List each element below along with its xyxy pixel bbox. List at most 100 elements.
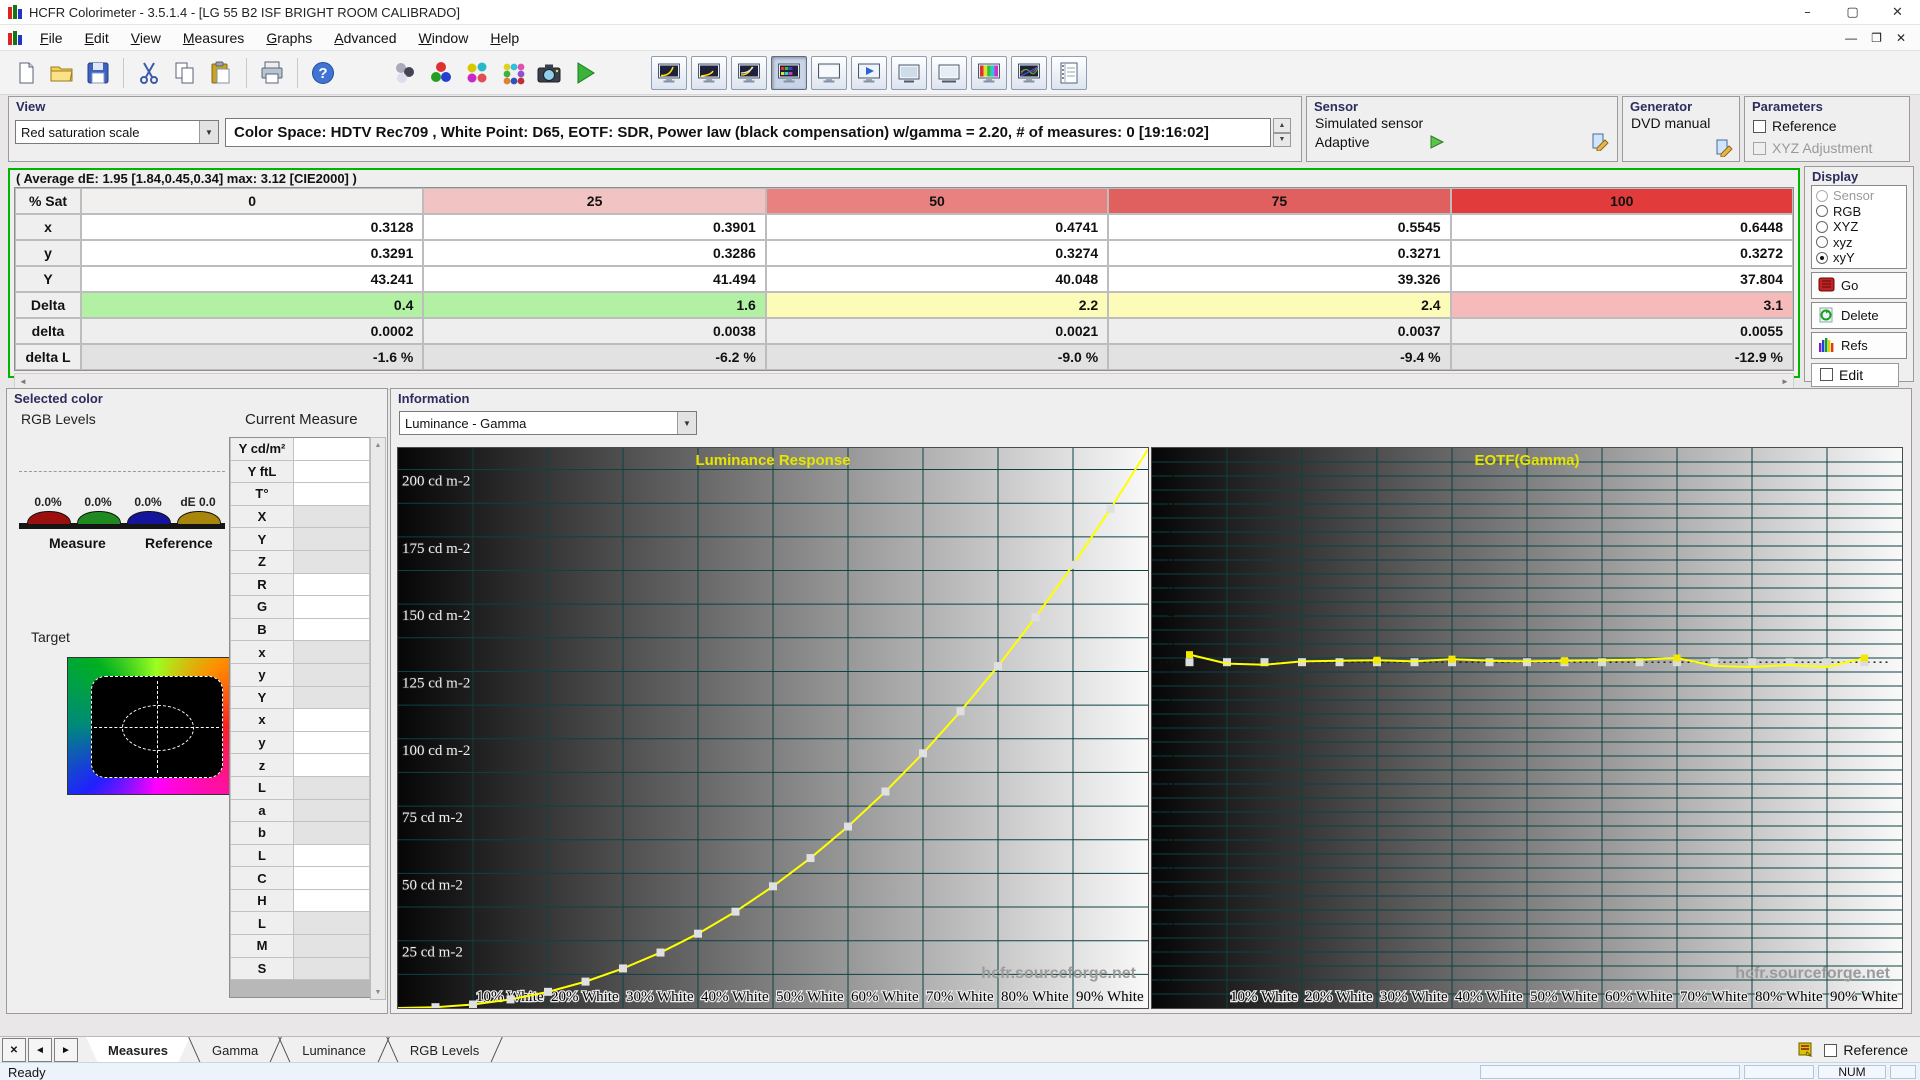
table-cell[interactable]: 0.5545 xyxy=(1108,214,1451,240)
table-cell[interactable]: -9.0 % xyxy=(765,344,1109,370)
radio-icon[interactable] xyxy=(1816,220,1828,233)
close-tab-button[interactable]: ✕ xyxy=(2,1038,26,1062)
information-view-select[interactable]: Luminance - Gamma ▼ xyxy=(399,411,697,435)
table-cell[interactable]: 2.2 xyxy=(765,292,1109,318)
view-saturation-button[interactable] xyxy=(771,55,807,90)
tab-rgb-levels[interactable]: RGB Levels xyxy=(388,1037,501,1063)
view-grayscale-button[interactable] xyxy=(651,55,687,90)
table-cell[interactable]: 2.4 xyxy=(1108,292,1451,318)
statusbar-reference-checkbox[interactable] xyxy=(1824,1043,1838,1057)
table-cell[interactable]: 39.326 xyxy=(1108,266,1451,292)
reference-checkbox[interactable] xyxy=(1753,119,1766,133)
column-header-50[interactable]: 50 xyxy=(765,188,1109,214)
scroll-left-icon[interactable]: ◄ xyxy=(15,374,31,389)
menu-graphs[interactable]: Graphs xyxy=(255,27,323,49)
table-cell[interactable]: 0.3901 xyxy=(423,214,766,240)
measure-colorchecker-button[interactable] xyxy=(495,55,531,91)
measure-secondaries-button[interactable] xyxy=(459,55,495,91)
menu-window[interactable]: Window xyxy=(408,27,480,49)
view-free-measure-1-button[interactable] xyxy=(891,55,927,90)
table-cell[interactable]: 0.0055 xyxy=(1450,318,1793,344)
chevron-down-icon[interactable]: ▼ xyxy=(677,412,696,434)
table-cell[interactable]: 0.6448 xyxy=(1450,214,1793,240)
table-cell[interactable]: 1.6 xyxy=(423,292,766,318)
save-button[interactable] xyxy=(80,55,116,91)
column-header-0[interactable]: 0 xyxy=(81,188,424,214)
scroll-down-icon[interactable]: ▼ xyxy=(371,985,385,999)
menu-help[interactable]: Help xyxy=(479,27,530,49)
row-header-y[interactable]: y xyxy=(15,240,81,266)
generator-config-icon[interactable] xyxy=(1715,139,1733,157)
view-primaries-button[interactable] xyxy=(811,55,847,90)
display-radio-xyy[interactable]: xyY xyxy=(1816,250,1902,266)
column-header-100[interactable]: 100 xyxy=(1450,188,1793,214)
maximize-button[interactable]: ▢ xyxy=(1830,0,1875,24)
row-header-y[interactable]: Y xyxy=(15,266,81,292)
chevron-down-icon[interactable]: ▼ xyxy=(199,121,218,143)
table-cell[interactable]: -12.9 % xyxy=(1450,344,1793,370)
tab-measures[interactable]: Measures xyxy=(86,1037,190,1063)
notebook-button[interactable] xyxy=(1051,55,1087,90)
copy-button[interactable] xyxy=(167,55,203,91)
view-scale-select[interactable]: Red saturation scale ▼ xyxy=(15,120,219,144)
table-cell[interactable]: 0.4741 xyxy=(765,214,1109,240)
radio-icon[interactable] xyxy=(1816,205,1828,218)
table-cell[interactable]: 0.0038 xyxy=(423,318,766,344)
display-radio-xyz[interactable]: xyz xyxy=(1816,235,1902,251)
menu-view[interactable]: View xyxy=(120,27,172,49)
table-cell[interactable]: 41.494 xyxy=(423,266,766,292)
run-measures-button[interactable] xyxy=(567,55,603,91)
display-radio-xyz[interactable]: XYZ xyxy=(1816,219,1902,235)
play-icon[interactable] xyxy=(1429,135,1445,149)
table-cell[interactable]: -6.2 % xyxy=(423,344,766,370)
spin-up-icon[interactable]: ▲ xyxy=(1273,118,1291,133)
radio-icon[interactable] xyxy=(1816,251,1828,264)
scroll-up-icon[interactable]: ▲ xyxy=(371,438,385,452)
sensor-config-icon[interactable] xyxy=(1591,133,1609,151)
menu-edit[interactable]: Edit xyxy=(74,27,120,49)
cut-button[interactable] xyxy=(131,55,167,91)
table-cell[interactable]: 0.3128 xyxy=(81,214,424,240)
minimize-button[interactable]: – xyxy=(1785,0,1830,24)
row-header-delta-e[interactable]: Delta E xyxy=(15,292,81,333)
delete-button[interactable]: Delete xyxy=(1811,301,1907,329)
row-header-delta-l[interactable]: delta L xyxy=(15,344,81,370)
saturation-table[interactable]: % Sat 0 25 50 75 100 x 0.3128 0.3901 0.4741 0.5545… xyxy=(14,187,1794,371)
display-radio-rgb[interactable]: RGB xyxy=(1816,204,1902,220)
view-waveform-button[interactable] xyxy=(1011,55,1047,90)
tab-luminance[interactable]: Luminance xyxy=(280,1037,388,1063)
table-cell[interactable]: 40.048 xyxy=(765,266,1109,292)
help-button[interactable]: ? xyxy=(305,55,341,91)
row-header-x[interactable]: x xyxy=(15,214,81,240)
measure-grayscale-button[interactable] xyxy=(387,55,423,91)
next-tab-icon[interactable]: ► xyxy=(54,1038,78,1062)
table-cell[interactable]: 0.3271 xyxy=(1108,240,1451,266)
refs-button[interactable]: Refs xyxy=(1811,331,1907,359)
table-cell[interactable]: 0.4 xyxy=(81,292,424,318)
prev-tab-icon[interactable]: ◄ xyxy=(28,1038,52,1062)
menu-measures[interactable]: Measures xyxy=(172,27,255,49)
view-colorbars-button[interactable] xyxy=(971,55,1007,90)
measure-primaries-button[interactable] xyxy=(423,55,459,91)
table-cell[interactable]: 0.0002 xyxy=(81,318,424,344)
table-cell[interactable]: -9.4 % xyxy=(1108,344,1451,370)
print-button[interactable] xyxy=(254,55,290,91)
view-nearblack-button[interactable] xyxy=(691,55,727,90)
table-cell[interactable]: 37.804 xyxy=(1450,266,1793,292)
table-cell[interactable]: -1.6 % xyxy=(81,344,424,370)
open-file-button[interactable] xyxy=(44,55,80,91)
scroll-right-icon[interactable]: ► xyxy=(1777,374,1793,389)
column-header-25[interactable]: 25 xyxy=(423,188,766,214)
menu-advanced[interactable]: Advanced xyxy=(323,27,407,49)
table-cell[interactable]: 0.3286 xyxy=(423,240,766,266)
spin-down-icon[interactable]: ▼ xyxy=(1273,132,1291,147)
info-spinner[interactable]: ▲ ▼ xyxy=(1273,118,1291,147)
mdi-minimize-button[interactable]: — xyxy=(1845,31,1857,45)
go-button[interactable]: Go xyxy=(1811,271,1907,299)
mdi-restore-button[interactable]: ❐ xyxy=(1871,31,1882,45)
current-measure-scrollbar[interactable]: ▲ ▼ xyxy=(370,437,386,1000)
view-free-measure-2-button[interactable] xyxy=(931,55,967,90)
row-header-delta-xy[interactable]: delta xy xyxy=(15,318,81,359)
notes-icon[interactable] xyxy=(1798,1042,1814,1058)
table-cell[interactable]: 0.3291 xyxy=(81,240,424,266)
